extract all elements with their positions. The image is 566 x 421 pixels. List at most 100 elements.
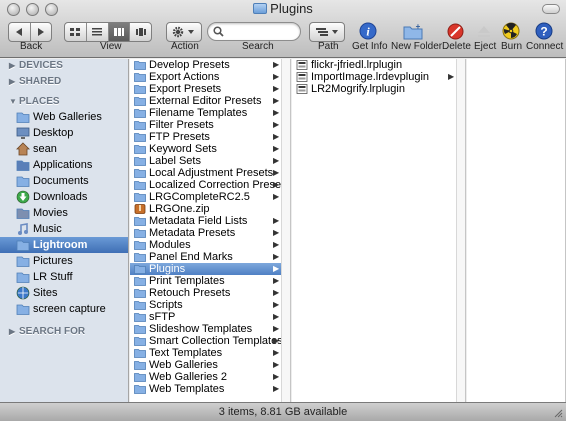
list-item[interactable]: Export Actions ▶ bbox=[130, 71, 281, 83]
sidebar-item[interactable]: Sites bbox=[0, 285, 128, 301]
folder-icon bbox=[134, 313, 146, 322]
burn-button[interactable] bbox=[499, 21, 523, 41]
folder-icon bbox=[16, 272, 30, 283]
sidebar-item[interactable]: Desktop bbox=[0, 125, 128, 141]
sidebar-item-label: screen capture bbox=[33, 303, 106, 315]
list-item[interactable]: Filter Presets ▶ bbox=[130, 119, 281, 131]
list-item-label: LR2Mogrify.lrplugin bbox=[311, 83, 405, 95]
column-view-icon bbox=[113, 28, 124, 36]
list-item[interactable]: Export Presets ▶ bbox=[130, 83, 281, 95]
sidebar-item[interactable]: Lightroom bbox=[0, 237, 128, 253]
list-item[interactable]: flickr-jfriedl.lrplugin bbox=[292, 59, 456, 71]
list-item[interactable]: Local Adjustment Presets ▶ bbox=[130, 167, 281, 179]
column-scrollbar[interactable] bbox=[281, 59, 290, 402]
sidebar-item-label: Music bbox=[33, 223, 62, 235]
list-item[interactable]: Web Galleries ▶ bbox=[130, 359, 281, 371]
chevron-right-icon: ▶ bbox=[273, 252, 280, 261]
path-icon bbox=[316, 28, 338, 36]
list-item[interactable]: sFTP ▶ bbox=[130, 311, 281, 323]
coverflow-view-button[interactable] bbox=[130, 23, 151, 41]
sidebar-item[interactable]: sean bbox=[0, 141, 128, 157]
list-item[interactable]: Modules ▶ bbox=[130, 239, 281, 251]
list-item[interactable]: Filename Templates ▶ bbox=[130, 107, 281, 119]
list-item[interactable]: Label Sets ▶ bbox=[130, 155, 281, 167]
sidebar-item[interactable]: Pictures bbox=[0, 253, 128, 269]
list-item[interactable]: Scripts ▶ bbox=[130, 299, 281, 311]
list-item[interactable]: LRGOne.zip bbox=[130, 203, 281, 215]
chevron-right-icon: ▶ bbox=[273, 372, 280, 381]
folder-icon bbox=[134, 193, 146, 202]
downloads-icon bbox=[16, 190, 30, 204]
list-item-label: Web Galleries bbox=[149, 359, 218, 371]
list-item[interactable]: External Editor Presets ▶ bbox=[130, 95, 281, 107]
list-item[interactable]: Keyword Sets ▶ bbox=[130, 143, 281, 155]
eject-button[interactable] bbox=[472, 21, 496, 41]
sidebar-section-shared[interactable]: ▶ SHARED bbox=[9, 76, 61, 87]
folder-icon bbox=[134, 109, 146, 118]
chevron-right-icon: ▶ bbox=[448, 72, 455, 81]
sidebar-item[interactable]: Applications bbox=[0, 157, 128, 173]
list-item[interactable]: Text Templates ▶ bbox=[130, 347, 281, 359]
search-input[interactable] bbox=[207, 22, 301, 41]
list-item-label: ImportImage.lrdevplugin bbox=[311, 71, 430, 83]
chevron-right-icon: ▶ bbox=[273, 240, 280, 249]
zip-file-icon bbox=[134, 204, 146, 214]
list-item[interactable]: Web Templates ▶ bbox=[130, 383, 281, 395]
column-lightroom[interactable]: Develop Presets ▶ Export Actions ▶ Export Pr… bbox=[130, 59, 291, 402]
sidebar-section-devices[interactable]: ▶ DEVICES bbox=[9, 60, 63, 71]
home-icon bbox=[16, 142, 30, 156]
back-forward-control bbox=[8, 22, 52, 42]
resize-grip-icon[interactable] bbox=[554, 409, 563, 418]
new-folder-button[interactable]: + bbox=[401, 21, 425, 41]
disclosure-triangle-icon: ▶ bbox=[9, 77, 16, 86]
forward-button[interactable] bbox=[31, 23, 52, 41]
list-item[interactable]: Metadata Presets ▶ bbox=[130, 227, 281, 239]
sidebar-item[interactable]: Documents bbox=[0, 173, 128, 189]
list-item-label: Filter Presets bbox=[149, 119, 214, 131]
delete-button[interactable] bbox=[443, 21, 467, 41]
list-item[interactable]: LRGCompleteRC2.5 ▶ bbox=[130, 191, 281, 203]
chevron-right-icon: ▶ bbox=[273, 72, 280, 81]
sidebar-section-search-for[interactable]: ▶ SEARCH FOR bbox=[9, 326, 85, 337]
get-info-button[interactable]: i bbox=[356, 21, 380, 41]
action-menu-button[interactable] bbox=[166, 22, 202, 42]
connect-button[interactable]: ? bbox=[532, 21, 556, 41]
list-item[interactable]: Plugins ▶ bbox=[130, 263, 281, 275]
back-button[interactable] bbox=[9, 23, 31, 41]
icon-view-button[interactable] bbox=[65, 23, 87, 41]
sidebar-item[interactable]: Web Galleries bbox=[0, 109, 128, 125]
list-item-label: Localized Correction Presets bbox=[149, 179, 290, 191]
folder-icon bbox=[134, 253, 146, 262]
connect-icon: ? bbox=[535, 22, 553, 40]
sidebar-section-places[interactable]: ▼ PLACES bbox=[9, 96, 60, 107]
list-item[interactable]: Slideshow Templates ▶ bbox=[130, 323, 281, 335]
sidebar-item[interactable]: Downloads bbox=[0, 189, 128, 205]
list-item[interactable]: Localized Correction Presets ▶ bbox=[130, 179, 290, 191]
list-item[interactable]: ImportImage.lrdevplugin ▶ bbox=[292, 71, 456, 83]
list-item[interactable]: LR2Mogrify.lrplugin bbox=[292, 83, 456, 95]
toolbar-toggle-button[interactable] bbox=[542, 4, 560, 14]
path-menu-button[interactable] bbox=[309, 22, 345, 42]
list-item[interactable]: Retouch Presets ▶ bbox=[130, 287, 281, 299]
column-view-button[interactable] bbox=[108, 23, 131, 41]
list-item[interactable]: Panel End Marks ▶ bbox=[130, 251, 281, 263]
folder-icon bbox=[16, 240, 30, 251]
list-item[interactable]: Metadata Field Lists ▶ bbox=[130, 215, 281, 227]
list-item[interactable]: Web Galleries 2 ▶ bbox=[130, 371, 281, 383]
list-item[interactable]: FTP Presets ▶ bbox=[130, 131, 281, 143]
folder-icon bbox=[134, 265, 146, 274]
list-item[interactable]: Print Templates ▶ bbox=[130, 275, 281, 287]
sidebar-item[interactable]: Movies bbox=[0, 205, 128, 221]
icon-view-icon bbox=[70, 28, 81, 36]
sidebar-item[interactable]: LR Stuff bbox=[0, 269, 128, 285]
column-plugins[interactable]: flickr-jfriedl.lrplugin ImportImage.lrdev… bbox=[292, 59, 466, 402]
list-view-button[interactable] bbox=[87, 23, 109, 41]
list-item[interactable]: Develop Presets ▶ bbox=[130, 59, 281, 71]
column-empty[interactable] bbox=[467, 59, 566, 402]
chevron-right-icon: ▶ bbox=[273, 168, 280, 177]
sidebar-item[interactable]: screen capture bbox=[0, 301, 128, 317]
chevron-right-icon: ▶ bbox=[273, 228, 280, 237]
column-scrollbar[interactable] bbox=[456, 59, 465, 402]
sidebar-item[interactable]: Music bbox=[0, 221, 128, 237]
list-item[interactable]: Smart Collection Templates ▶ bbox=[130, 335, 283, 347]
